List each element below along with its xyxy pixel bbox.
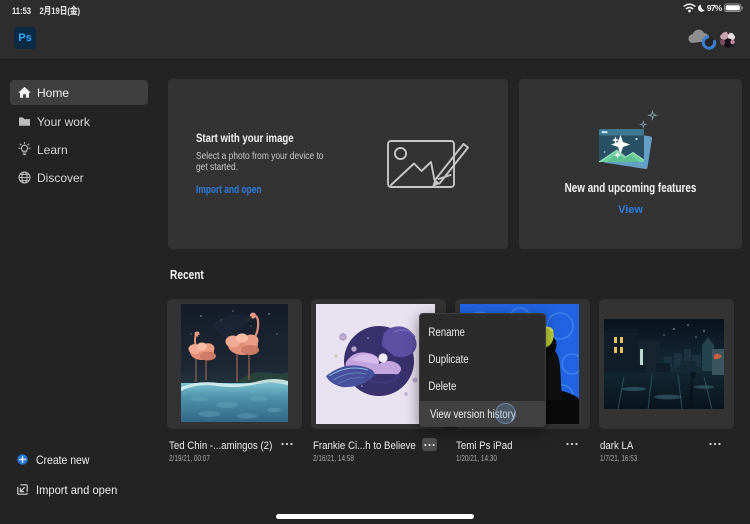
svg-text:97%: 97% [707, 3, 723, 13]
